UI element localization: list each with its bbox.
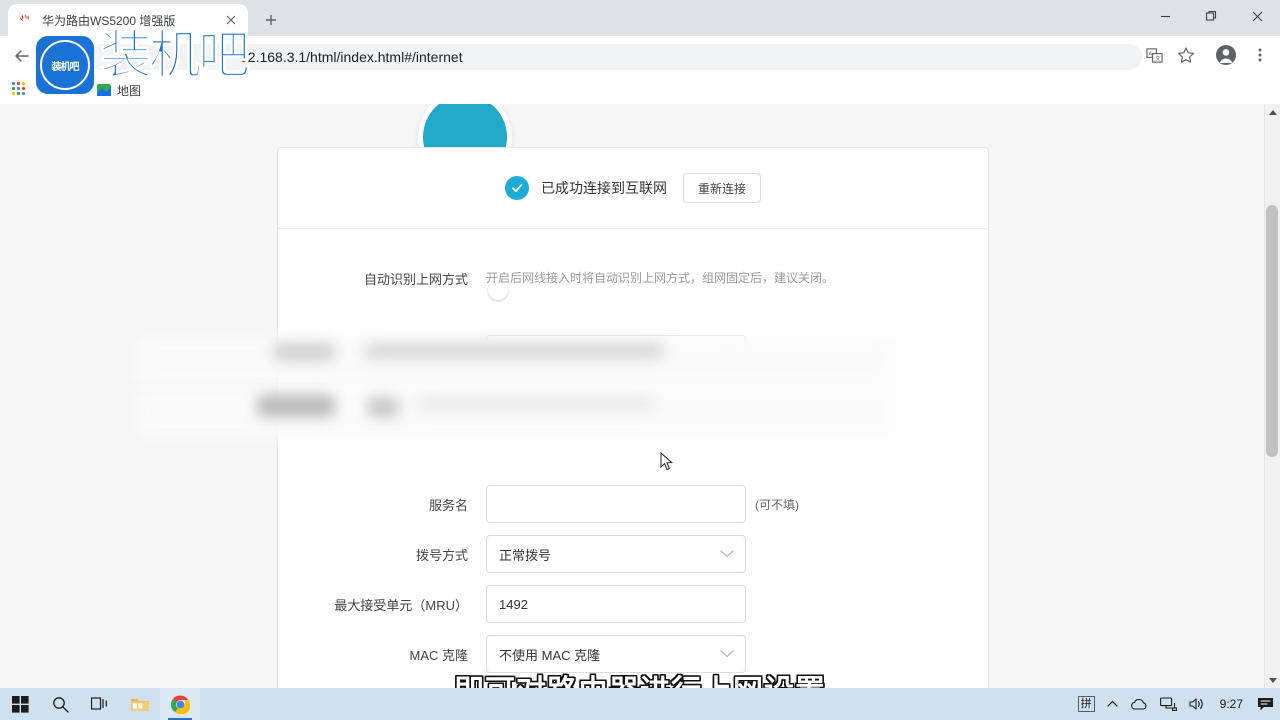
watermark-text: 装机吧 [100, 30, 247, 82]
wan-mode-label: 上网方式 [278, 345, 486, 364]
taskbar-clock[interactable]: 9:27 [1212, 697, 1251, 711]
new-tab-button[interactable] [258, 7, 284, 33]
form-row-service-name: 服务名 (可不填) [278, 483, 988, 525]
form-row-mru: 最大接受单元（MRU） 1492 [278, 583, 988, 625]
window-controls [1142, 0, 1280, 32]
connection-status-text: 已成功连接到互联网 [541, 178, 667, 198]
speaker-icon[interactable] [1183, 688, 1212, 720]
apps-grid-icon[interactable] [12, 82, 30, 100]
mouse-cursor [660, 452, 674, 472]
huawei-flower-icon [18, 12, 34, 28]
task-view-button[interactable] [80, 688, 120, 720]
watermark-badge-text: 装机吧 [52, 58, 79, 73]
network-icon[interactable] [1154, 688, 1183, 720]
wan-mode-value: 宽带帐号上网（PPPoE） [499, 345, 645, 364]
dial-mode-label: 拨号方式 [278, 545, 486, 564]
form-row-auto-detect: 自动识别上网方式 开启后网线接入时将自动识别上网方式，组网固定后，建议关闭。 [278, 257, 988, 299]
page-viewport: 已成功连接到互联网 重新连接 自动识别上网方式 开启后网线接入时将自动识别上网方… [0, 104, 1280, 688]
tray-overflow-button[interactable] [1101, 688, 1124, 720]
account-avatar-icon[interactable] [1212, 41, 1240, 69]
window-maximize-button[interactable] [1188, 0, 1234, 32]
chrome-button[interactable] [160, 688, 200, 720]
service-name-label: 服务名 [278, 495, 486, 514]
file-explorer-button[interactable] [120, 688, 160, 720]
settings-form: 自动识别上网方式 开启后网线接入时将自动识别上网方式，组网固定后，建议关闭。 上… [278, 229, 988, 688]
internet-settings-card: 已成功连接到互联网 重新连接 自动识别上网方式 开启后网线接入时将自动识别上网方… [277, 147, 989, 688]
windows-taskbar: 拼 9:27 [0, 688, 1280, 720]
service-name-hint: (可不填) [755, 496, 799, 513]
svg-text:文: 文 [1155, 54, 1161, 62]
three-dot-menu-icon[interactable] [1246, 41, 1274, 69]
cloud-icon[interactable] [1124, 688, 1154, 720]
check-circle-icon [505, 176, 529, 200]
scroll-up-arrow-icon[interactable] [1265, 104, 1280, 121]
window-close-button[interactable] [1234, 0, 1280, 32]
chevron-down-icon [720, 647, 734, 662]
svg-text:A: A [1148, 51, 1152, 57]
form-row-wan-mode: 上网方式 宽带帐号上网（PPPoE） [278, 333, 988, 375]
auto-detect-label: 自动识别上网方式 [278, 269, 486, 288]
mru-value: 1492 [486, 585, 746, 623]
system-tray: 拼 9:27 [1072, 688, 1280, 720]
ime-indicator[interactable]: 拼 [1072, 688, 1101, 720]
chevron-down-icon [720, 547, 734, 562]
page-scrollbar[interactable] [1264, 104, 1280, 688]
auto-detect-hint: 开启后网线接入时将自动识别上网方式，组网固定后，建议关闭。 [486, 269, 834, 286]
dial-mode-select[interactable]: 正常拨号 [486, 535, 746, 573]
search-button[interactable] [40, 688, 80, 720]
service-name-value [486, 485, 746, 523]
start-button[interactable] [0, 688, 40, 720]
mru-input[interactable]: 1492 [486, 585, 746, 623]
service-name-input[interactable] [486, 485, 746, 523]
form-row-dial-mode: 拨号方式 正常拨号 [278, 533, 988, 575]
scrollbar-thumb[interactable] [1266, 205, 1278, 457]
connection-status-bar: 已成功连接到互联网 重新连接 [278, 148, 988, 229]
chevron-down-icon [720, 347, 734, 362]
wan-mode-select[interactable]: 宽带帐号上网（PPPoE） [486, 335, 746, 373]
watermark-badge-icon: 装机吧 [36, 36, 94, 94]
mac-clone-value: 不使用 MAC 克隆 [499, 645, 600, 664]
notification-icon[interactable] [1251, 688, 1280, 720]
mru-label: 最大接受单元（MRU） [278, 595, 486, 614]
star-icon[interactable] [1172, 41, 1200, 69]
dial-mode-value: 正常拨号 [499, 545, 551, 564]
mac-clone-label: MAC 克隆 [278, 645, 486, 664]
address-bar-text: 92.168.3.1/html/index.html#/internet [240, 49, 463, 65]
window-minimize-button[interactable] [1142, 0, 1188, 32]
back-arrow-icon[interactable] [6, 40, 38, 72]
reconnect-button[interactable]: 重新连接 [683, 173, 761, 203]
ime-label: 拼 [1078, 696, 1095, 712]
browser-window: 华为路由WS5200 增强版 [0, 0, 1280, 688]
tab-title: 华为路由WS5200 增强版 [42, 12, 221, 29]
translate-icon[interactable]: A 文 [1140, 41, 1168, 69]
